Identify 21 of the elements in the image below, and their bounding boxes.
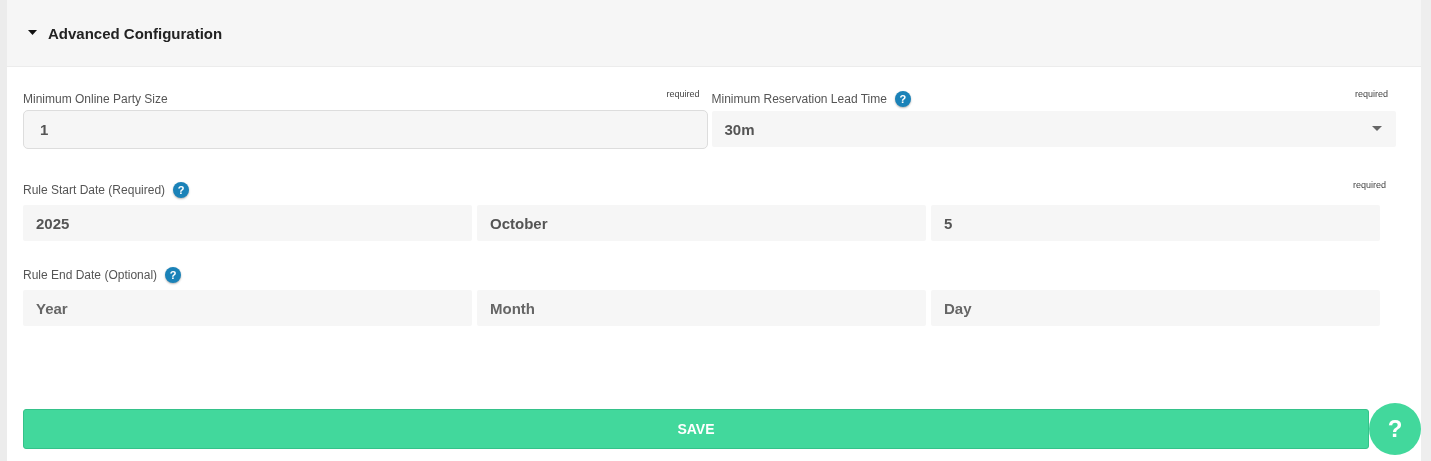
field-label: Rule End Date (Optional) <box>23 268 158 282</box>
date-field[interactable]: 5 <box>931 205 1380 241</box>
required-note: required <box>1354 89 1388 99</box>
date-field[interactable]: Day <box>931 290 1380 326</box>
help-icon[interactable]: ? <box>894 91 911 107</box>
required-note: required <box>1352 180 1386 190</box>
field-label: Minimum Online Party Size <box>23 92 168 106</box>
date-field[interactable]: Month <box>477 290 926 326</box>
date-field[interactable]: October <box>477 205 926 241</box>
help-icon[interactable]: ? <box>165 267 182 283</box>
section-header[interactable]: Advanced Configuration <box>7 0 1421 67</box>
select-field[interactable]: 30m <box>711 111 1396 147</box>
help-icon[interactable]: ? <box>173 182 190 198</box>
date-field[interactable]: 2025 <box>23 205 472 241</box>
input-field[interactable]: 1 <box>23 110 708 149</box>
section-title: Advanced Configuration <box>48 24 223 42</box>
date-field[interactable]: Year <box>23 290 472 326</box>
dropdown-caret-icon <box>1372 126 1382 132</box>
required-note: required <box>666 89 700 99</box>
field-label: Rule Start Date (Required) <box>23 183 166 197</box>
field-label: Minimum Reservation Lead Time <box>711 92 887 106</box>
